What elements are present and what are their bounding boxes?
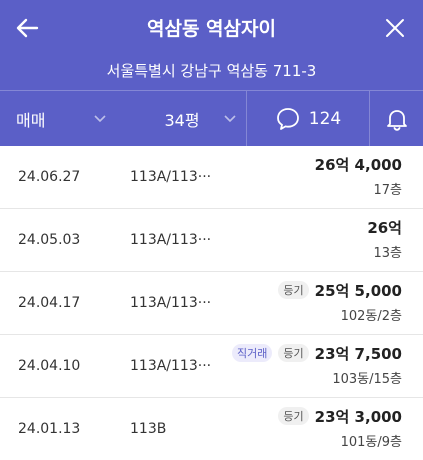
size-label: 34평	[164, 110, 200, 130]
transaction-area: 113A/113···	[130, 169, 212, 185]
trade-type-label: 매매	[16, 110, 46, 130]
transaction-list: 24.06.27 113A/113··· 26억 4,000 17층 24.05…	[0, 146, 423, 460]
close-icon	[386, 19, 404, 37]
speech-bubble-icon	[276, 107, 299, 130]
filter-bar: 매매 34평 124	[0, 90, 423, 146]
price-line: 등기 23억 3,000	[278, 405, 402, 427]
transaction-date: 24.06.27	[18, 169, 81, 185]
registered-badge: 등기	[278, 407, 309, 425]
comment-count: 124	[308, 108, 342, 129]
bell-icon	[386, 109, 407, 131]
size-select[interactable]: 34평	[118, 91, 246, 146]
comments-button[interactable]: 124	[246, 91, 370, 146]
transaction-detail: 26억 4,000 17층	[315, 153, 402, 199]
transaction-floor: 17층	[373, 183, 402, 198]
price-line: 등기 25억 5,000	[278, 279, 402, 301]
transaction-date: 24.05.03	[18, 232, 81, 248]
registered-badge: 등기	[278, 281, 309, 299]
transaction-area: 113A/113···	[130, 295, 212, 311]
price-line: 26억	[367, 216, 402, 238]
transaction-detail: 직거래 등기 23억 7,500 103동/15층	[232, 342, 402, 387]
transaction-floor: 101동/9층	[340, 435, 402, 450]
transaction-floor: 102동/2층	[340, 309, 402, 324]
transaction-price: 26억	[367, 218, 402, 237]
transaction-detail: 등기 23억 3,000 101동/9층	[278, 405, 402, 450]
transaction-floor: 103동/15층	[332, 372, 402, 387]
transaction-detail: 등기 25억 5,000 102동/2층	[278, 279, 402, 324]
chevron-down-icon	[94, 115, 106, 123]
transaction-price: 26억 4,000	[314, 155, 402, 174]
transaction-price: 25억 5,000	[314, 281, 402, 300]
transaction-detail: 26억 13층	[367, 216, 402, 262]
transaction-price: 23억 7,500	[314, 344, 402, 363]
transaction-area: 113B	[130, 421, 167, 437]
transaction-floor: 13층	[373, 246, 402, 261]
notification-button[interactable]	[370, 91, 423, 146]
trade-type-select[interactable]: 매매	[0, 91, 118, 146]
table-row[interactable]: 24.05.03 113A/113··· 26억 13층	[0, 209, 423, 272]
top-bar: 역삼동 역삼자이	[0, 0, 423, 56]
transaction-date: 24.01.13	[18, 421, 81, 437]
address-text: 서울특별시 강남구 역삼동 711-3	[106, 62, 317, 80]
transaction-date: 24.04.10	[18, 358, 81, 374]
page-title: 역삼동 역삼자이	[147, 18, 276, 40]
close-button[interactable]	[379, 12, 411, 44]
price-line: 26억 4,000	[315, 153, 402, 175]
table-row[interactable]: 24.04.17 113A/113··· 등기 25억 5,000 102동/2…	[0, 272, 423, 335]
table-row[interactable]: 24.06.27 113A/113··· 26억 4,000 17층	[0, 146, 423, 209]
direct-deal-badge: 직거래	[232, 344, 273, 362]
transaction-price: 23억 3,000	[314, 407, 402, 426]
transaction-date: 24.04.17	[18, 295, 81, 311]
app-header: 역삼동 역삼자이 서울특별시 강남구 역삼동 711-3 매매 34평 124	[0, 0, 423, 146]
transaction-area: 113A/113···	[130, 358, 212, 374]
table-row[interactable]: 24.04.10 113A/113··· 직거래 등기 23억 7,500 10…	[0, 335, 423, 398]
price-line: 직거래 등기 23억 7,500	[232, 342, 402, 364]
chevron-down-icon	[224, 115, 236, 123]
registered-badge: 등기	[278, 344, 309, 362]
table-row[interactable]: 24.01.13 113B 등기 23억 3,000 101동/9층	[0, 398, 423, 460]
transaction-area: 113A/113···	[130, 232, 212, 248]
